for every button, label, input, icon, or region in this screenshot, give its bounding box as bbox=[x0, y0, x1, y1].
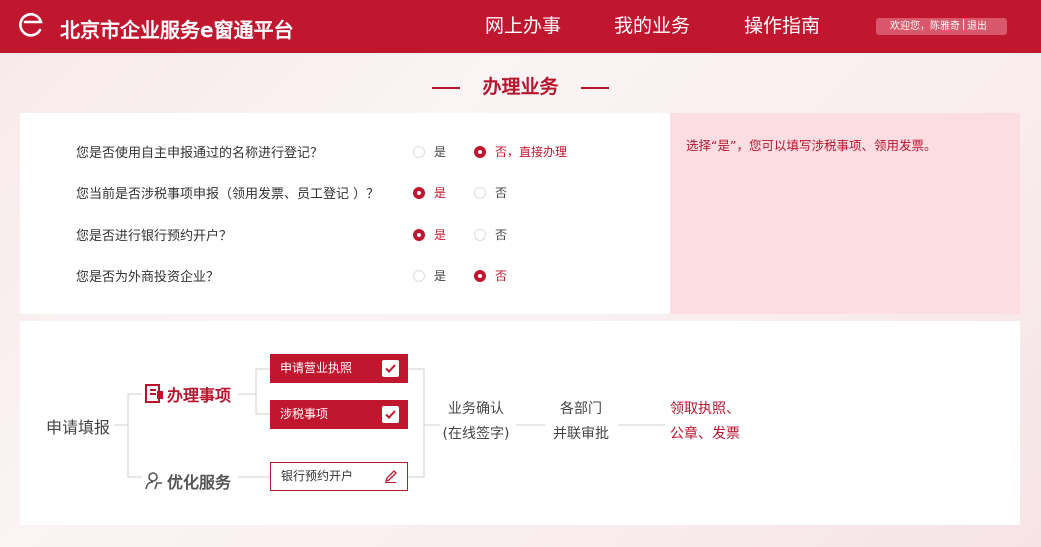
question-row: 您是否为外商投资企业？ 是 否 bbox=[20, 266, 670, 286]
welcome-text: 欢迎您，陈雅奇 bbox=[890, 21, 960, 32]
step-collect-license: 领取执照、 公章、发票 bbox=[670, 401, 740, 442]
tip-text: 选择“是”，您可以填写涉税事项、领用发票。 bbox=[686, 138, 937, 153]
document-icon bbox=[145, 384, 163, 403]
checkbox-checked-icon[interactable] bbox=[382, 406, 399, 423]
radio-icon[interactable] bbox=[413, 270, 425, 282]
question-text: 您当前是否涉税事项申报（领用发票、员工登记 ）？ bbox=[76, 187, 380, 202]
checkbox-checked-icon[interactable] bbox=[382, 360, 399, 377]
radio-option-no[interactable]: 否 bbox=[474, 184, 507, 202]
radio-option-yes[interactable]: 是 bbox=[413, 184, 446, 202]
item-tax-matters[interactable]: 涉税事项 bbox=[270, 400, 408, 429]
group-optimize-service: 优化服务 bbox=[144, 469, 231, 493]
radio-icon[interactable] bbox=[474, 146, 486, 158]
step-business-confirm: 业务确认 (在线签字) bbox=[442, 401, 510, 442]
user-info-box: 欢迎您，陈雅奇 退出 bbox=[876, 18, 1007, 35]
pencil-edit-icon[interactable] bbox=[383, 469, 398, 484]
nav-online-service[interactable]: 网上办事 bbox=[485, 11, 561, 38]
section-title-text: 办理业务 bbox=[482, 76, 559, 98]
item-business-license[interactable]: 申请营业执照 bbox=[270, 354, 408, 383]
nav-my-business[interactable]: 我的业务 bbox=[614, 11, 690, 38]
radio-icon[interactable] bbox=[474, 229, 486, 241]
radio-option-yes[interactable]: 是 bbox=[413, 226, 446, 244]
question-text: 您是否为外商投资企业？ bbox=[76, 270, 220, 285]
question-row: 您是否使用自主申报通过的名称进行登记？ 是 否，直接办理 bbox=[20, 142, 670, 162]
radio-option-yes[interactable]: 是 bbox=[413, 267, 446, 285]
top-header: 北京市企业服务e窗通平台 网上办事 我的业务 操作指南 欢迎您，陈雅奇 退出 bbox=[0, 0, 1041, 53]
question-panel: 您是否使用自主申报通过的名称进行登记？ 是 否，直接办理 您当前是否涉税事项申报… bbox=[20, 113, 670, 314]
radio-icon[interactable] bbox=[413, 187, 425, 199]
service-icon bbox=[145, 472, 162, 490]
question-row: 您是否进行银行预约开户？ 是 否 bbox=[20, 225, 670, 245]
radio-icon[interactable] bbox=[474, 270, 486, 282]
radio-option-yes[interactable]: 是 bbox=[413, 143, 446, 161]
platform-title: 北京市企业服务e窗通平台 bbox=[60, 18, 294, 42]
e-logo-icon bbox=[19, 13, 43, 37]
radio-option-no[interactable]: 否，直接办理 bbox=[474, 143, 567, 161]
step-parallel-approval: 各部门 并联审批 bbox=[553, 401, 609, 442]
radio-option-no[interactable]: 否 bbox=[474, 267, 507, 285]
logout-link[interactable]: 退出 bbox=[967, 21, 987, 32]
nav-guide[interactable]: 操作指南 bbox=[744, 11, 820, 38]
process-flow-panel: 申请填报 办理事项 优化服务 申请营业执照 涉税事项 银行预约开户 业务确认 (… bbox=[20, 321, 1020, 525]
flow-connector-lines bbox=[114, 368, 665, 478]
radio-icon[interactable] bbox=[413, 229, 425, 241]
radio-icon[interactable] bbox=[474, 187, 486, 199]
tip-panel: 选择“是”，您可以填写涉税事项、领用发票。 bbox=[670, 113, 1020, 314]
question-text: 您是否使用自主申报通过的名称进行登记？ bbox=[76, 146, 324, 161]
question-row: 您当前是否涉税事项申报（领用发票、员工登记 ）？ 是 否 bbox=[20, 183, 670, 203]
flow-start-label: 申请填报 bbox=[46, 418, 111, 437]
question-text: 您是否进行银行预约开户？ bbox=[76, 229, 233, 244]
section-title: 办理业务 bbox=[0, 72, 1041, 99]
radio-option-no[interactable]: 否 bbox=[474, 226, 507, 244]
item-bank-account[interactable]: 银行预约开户 bbox=[270, 462, 408, 491]
radio-icon[interactable] bbox=[413, 146, 425, 158]
group-handle-matters: 办理事项 bbox=[144, 382, 231, 406]
